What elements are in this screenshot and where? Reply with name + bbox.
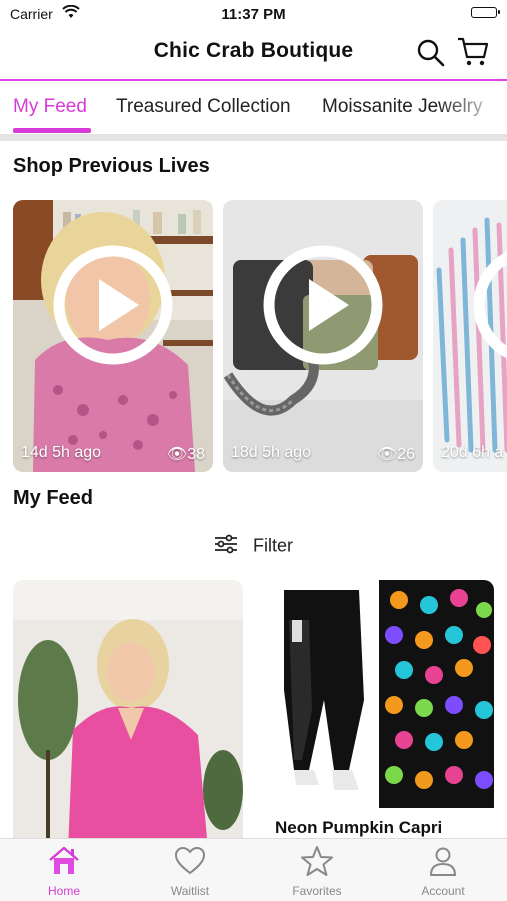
live-video-card[interactable]: 20d 6h a	[433, 200, 507, 472]
play-icon[interactable]	[263, 245, 383, 365]
star-icon	[301, 846, 333, 876]
account-icon	[429, 847, 457, 876]
live-time-ago: 18d 5h ago	[231, 444, 312, 461]
cart-icon[interactable]	[456, 36, 490, 68]
views-count: 38	[187, 446, 205, 463]
sliders-icon	[214, 534, 238, 559]
live-meta: 14d 5h ago 👁︎38	[21, 444, 205, 464]
app-header: Chic Crab Boutique	[0, 30, 507, 76]
play-icon[interactable]	[473, 245, 507, 365]
tab-my-feed[interactable]: My Feed	[13, 96, 87, 118]
eye-icon: 👁︎	[166, 446, 188, 463]
product-image-neon-capri	[264, 580, 494, 810]
tabs-fade	[437, 82, 507, 132]
live-views: 👁︎38	[167, 444, 205, 464]
live-time-ago: 20d 6h a	[441, 444, 504, 461]
live-meta: 18d 5h ago 👁︎26	[231, 444, 415, 464]
live-video-card[interactable]: 14d 5h ago 👁︎38	[13, 200, 213, 472]
views-count: 26	[397, 446, 415, 463]
product-card[interactable]	[264, 580, 494, 850]
filter-label: Filter	[253, 535, 293, 556]
section-title-previous-lives: Shop Previous Lives	[13, 155, 210, 177]
heart-icon	[174, 846, 206, 875]
tabbar-home[interactable]: Home	[24, 845, 104, 898]
header-divider	[0, 79, 507, 81]
home-icon	[49, 846, 79, 874]
section-divider	[0, 134, 507, 141]
search-icon[interactable]	[416, 38, 446, 68]
battery-icon	[471, 7, 500, 18]
tabbar-waitlist-label: Waitlist	[170, 884, 210, 898]
tabbar-waitlist[interactable]: Waitlist	[150, 845, 230, 898]
tabbar-account[interactable]: Account	[403, 845, 483, 898]
active-tab-indicator	[13, 128, 91, 133]
filter-button[interactable]: Filter	[0, 534, 507, 559]
product-card[interactable]	[13, 580, 243, 850]
product-name[interactable]: Neon Pumpkin Capri	[275, 818, 442, 838]
tab-treasured-collection[interactable]: Treasured Collection	[116, 96, 291, 118]
previous-lives-carousel: 14d 5h ago 👁︎38 18d 5h ago 👁︎26 20d 6h a	[0, 200, 507, 472]
tabbar-home-label: Home	[47, 884, 80, 898]
product-image-pink-top	[13, 580, 243, 850]
tabbar-account-label: Account	[421, 884, 465, 898]
tabbar-favorites-label: Favorites	[292, 884, 342, 898]
section-title-my-feed: My Feed	[13, 487, 94, 509]
category-tabs: My Feed Treasured Collection Moissanite …	[0, 82, 507, 134]
play-icon[interactable]	[53, 245, 173, 365]
status-bar: Carrier 11:37 PM	[0, 0, 507, 28]
live-video-card[interactable]: 18d 5h ago 👁︎26	[223, 200, 423, 472]
live-views: 👁︎26	[377, 444, 415, 464]
eye-icon: 👁︎	[376, 446, 398, 463]
live-time-ago: 14d 5h ago	[21, 444, 102, 461]
live-meta: 20d 6h a	[441, 444, 507, 462]
bottom-tab-bar: Home Waitlist Favorites Account	[0, 838, 507, 901]
tabbar-favorites[interactable]: Favorites	[277, 845, 357, 898]
clock: 11:37 PM	[221, 6, 286, 23]
